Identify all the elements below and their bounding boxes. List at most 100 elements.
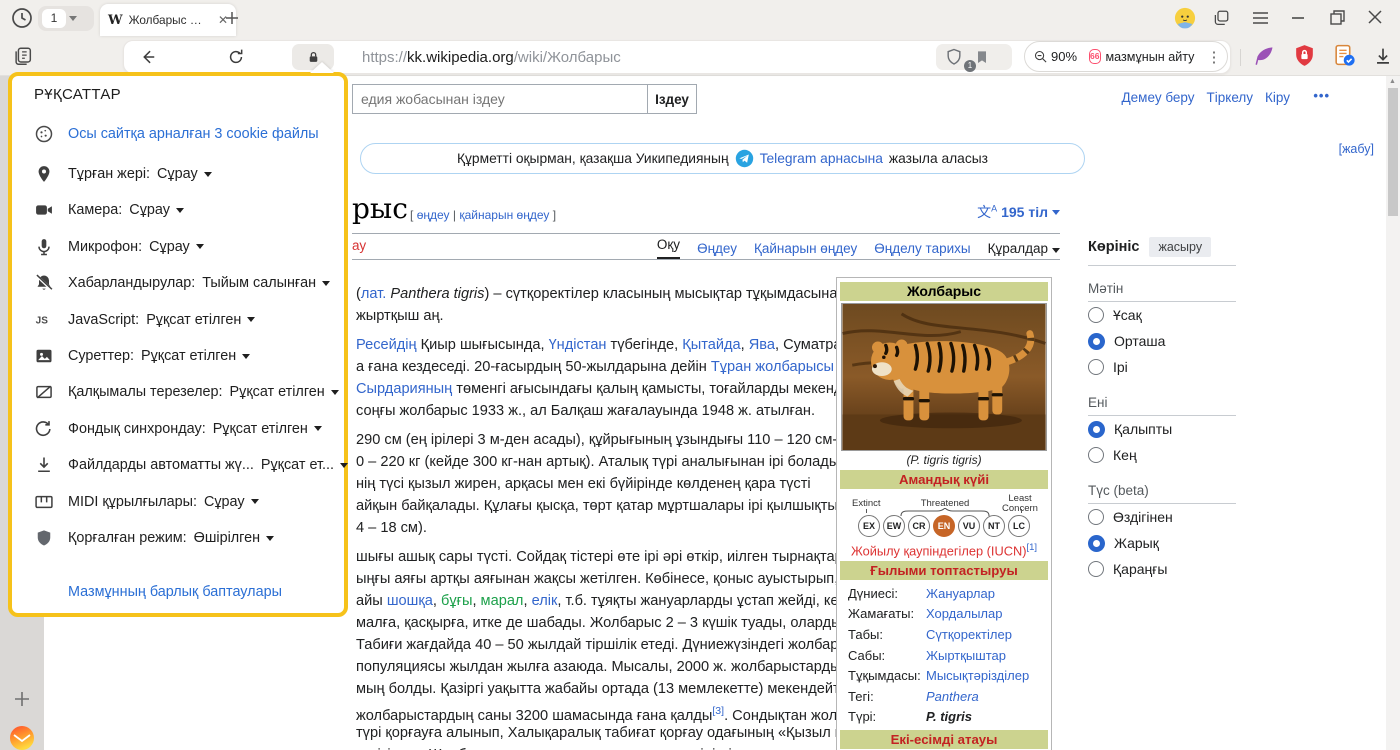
taxonomy-value[interactable]: Мысықтәрізділер xyxy=(926,668,1029,683)
top-link[interactable]: Тіркелу xyxy=(1207,90,1254,105)
dropdown-caret-icon[interactable] xyxy=(176,208,184,213)
wiki-green-link[interactable]: марал xyxy=(481,593,524,609)
cookies-link[interactable]: Осы сайтқа арналған 3 cookie файлы xyxy=(68,126,319,142)
cookies-row[interactable]: Осы сайтқа арналған 3 cookie файлы xyxy=(34,122,319,146)
view-tab-4[interactable]: Өңделу тарихы xyxy=(874,241,970,256)
radio-option-Өздігінен[interactable]: Өздігінен xyxy=(1088,504,1236,530)
radio-unchecked-icon[interactable] xyxy=(1088,307,1104,323)
dropdown-caret-icon[interactable] xyxy=(340,463,348,468)
wiki-link[interactable]: Қытайда xyxy=(682,337,740,353)
back-button[interactable] xyxy=(138,47,158,67)
permission-value[interactable]: Рұқсат етілген xyxy=(230,384,325,400)
menu-icon[interactable] xyxy=(1252,11,1269,25)
zoom-out-icon[interactable] xyxy=(1033,49,1048,64)
wiki-search-input[interactable] xyxy=(352,84,648,114)
minimize-button[interactable] xyxy=(1292,17,1304,19)
language-selector[interactable]: 文A 195 тіл xyxy=(977,202,1060,222)
dropdown-caret-icon[interactable] xyxy=(247,317,255,322)
site-info-doc-icon[interactable] xyxy=(1332,43,1357,68)
banner-close-link[interactable]: [жабу] xyxy=(1339,142,1374,156)
editor-quill-icon[interactable] xyxy=(1252,44,1276,68)
top-link[interactable]: Кіру xyxy=(1265,90,1290,105)
radio-unchecked-icon[interactable] xyxy=(1088,561,1104,577)
permission-value[interactable]: Рұқсат етілген xyxy=(141,348,236,364)
view-tab-1[interactable]: Оқу xyxy=(657,237,680,259)
add-panel-button[interactable] xyxy=(13,690,31,708)
all-content-settings-link[interactable]: Мазмұнның барлық баптаулары xyxy=(68,584,282,600)
taxonomy-value[interactable]: Жануарлар xyxy=(926,586,995,601)
taxonomy-value[interactable]: Panthera xyxy=(926,689,979,704)
wiki-link[interactable]: елік xyxy=(532,593,558,609)
active-tab[interactable]: W Жолбарыс — Уикипед ✕ xyxy=(100,4,236,36)
all-content-settings-row[interactable]: Мазмұнның барлық баптаулары xyxy=(68,580,282,604)
wiki-link[interactable]: Ресейдің xyxy=(356,337,417,353)
wiki-link[interactable]: Сырдарияның xyxy=(356,381,452,397)
profile-avatar[interactable] xyxy=(1174,7,1196,29)
permission-row-location[interactable]: Тұрған жері:Сұрау xyxy=(34,162,212,186)
reference-link[interactable]: [3] xyxy=(712,705,724,717)
radio-option-Ірі[interactable]: Ірі xyxy=(1088,354,1236,380)
history-icon[interactable] xyxy=(10,6,34,30)
radio-option-Қараңғы[interactable]: Қараңғы xyxy=(1088,556,1236,582)
permission-row-microphone[interactable]: Микрофон:Сұрау xyxy=(34,235,204,259)
taxonomy-value[interactable]: Сүтқоректілер xyxy=(926,627,1012,642)
mail-icon[interactable] xyxy=(9,725,35,750)
sidebar-toggle-icon[interactable] xyxy=(12,45,34,67)
permission-value[interactable]: Сұрау xyxy=(157,166,198,182)
page-scrollbar[interactable]: ▲ xyxy=(1386,76,1400,750)
view-tab-3[interactable]: Қайнарын өңдеу xyxy=(754,241,857,256)
wiki-link[interactable]: Тұран жолбарысы xyxy=(711,359,834,375)
radio-checked-icon[interactable] xyxy=(1088,421,1105,438)
wiki-link[interactable]: Ява xyxy=(749,337,775,353)
telegram-link[interactable]: Telegram арнасына xyxy=(760,151,883,166)
permission-value[interactable]: Сұрау xyxy=(204,494,245,510)
permission-value[interactable]: Рұқсат етілген xyxy=(213,421,308,437)
protect-shield-icon[interactable] xyxy=(1292,43,1317,68)
edit-source-link[interactable]: қайнарын өңдеу xyxy=(459,208,549,222)
permission-value[interactable]: Рұқсат ет... xyxy=(261,457,334,473)
taxonomy-value[interactable]: Жыртқыштар xyxy=(926,648,1006,663)
permission-row-midi[interactable]: MIDI құрылғылары:Сұрау xyxy=(34,490,259,514)
new-tab-button[interactable] xyxy=(224,10,240,26)
tools-menu[interactable]: Құралдар xyxy=(988,241,1060,256)
radio-checked-icon[interactable] xyxy=(1088,333,1105,350)
tab-talk-partial[interactable]: ау xyxy=(352,238,366,253)
taxonomy-value[interactable]: Хордалылар xyxy=(926,606,1002,621)
permission-value[interactable]: Өшірілген xyxy=(194,530,260,546)
permission-row-auto-download[interactable]: Файлдарды автоматты жү...Рұқсат ет... xyxy=(34,453,348,477)
read-aloud-button[interactable]: мазмұнын айту xyxy=(1106,50,1195,64)
downloads-icon[interactable] xyxy=(1372,45,1394,67)
permission-row-notifications-off[interactable]: Хабарландырулар:Тыйым салынған xyxy=(34,271,330,295)
radio-option-Қалыпты[interactable]: Қалыпты xyxy=(1088,416,1236,442)
radio-option-Ұсақ[interactable]: Ұсақ xyxy=(1088,302,1236,328)
wiki-link[interactable]: Үндістан xyxy=(549,337,607,353)
dropdown-caret-icon[interactable] xyxy=(314,426,322,431)
reload-button[interactable] xyxy=(226,47,246,67)
dropdown-caret-icon[interactable] xyxy=(204,172,212,177)
wiki-green-link[interactable]: бұғы xyxy=(441,593,472,609)
dropdown-caret-icon[interactable] xyxy=(331,390,339,395)
radio-checked-icon[interactable] xyxy=(1088,535,1105,552)
dropdown-caret-icon[interactable] xyxy=(266,536,274,541)
status-link[interactable]: Жойылу қаупіндегілер xyxy=(851,543,983,558)
dropdown-caret-icon[interactable] xyxy=(242,354,250,359)
permission-row-camera[interactable]: Камера:Сұрау xyxy=(34,198,184,222)
scroll-up-arrow[interactable]: ▲ xyxy=(1389,78,1396,85)
pill-more-icon[interactable]: ⋮ xyxy=(1206,48,1221,66)
permission-row-popup[interactable]: Қалқымалы терезелер:Рұқсат етілген xyxy=(34,380,339,404)
permission-value[interactable]: Тыйым салынған xyxy=(202,275,316,291)
permission-row-images[interactable]: Суреттер:Рұқсат етілген xyxy=(34,344,250,368)
tracker-shield-icon[interactable]: 1 xyxy=(944,47,964,67)
permission-value[interactable]: Рұқсат етілген xyxy=(146,312,241,328)
scrollbar-thumb[interactable] xyxy=(1388,88,1398,216)
permission-row-sync[interactable]: Фондық синхрондау:Рұқсат етілген xyxy=(34,417,322,441)
radio-unchecked-icon[interactable] xyxy=(1088,509,1104,525)
edit-link[interactable]: өңдеу xyxy=(417,208,450,222)
restore-window-button[interactable] xyxy=(1330,10,1345,25)
permission-value[interactable]: Сұрау xyxy=(129,202,170,218)
permission-row-javascript[interactable]: JSJavaScript:Рұқсат етілген xyxy=(34,308,255,332)
radio-option-Орташа[interactable]: Орташа xyxy=(1088,328,1236,354)
radio-unchecked-icon[interactable] xyxy=(1088,447,1104,463)
view-tab-2[interactable]: Өңдеу xyxy=(697,241,737,256)
dropdown-caret-icon[interactable] xyxy=(251,499,259,504)
